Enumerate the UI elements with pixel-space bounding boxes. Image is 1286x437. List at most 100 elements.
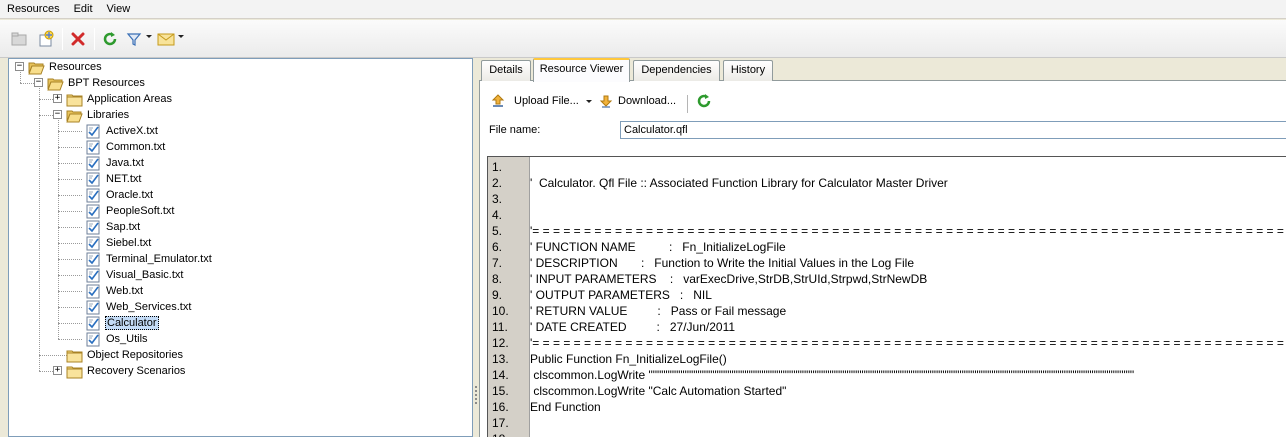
code-text: ' DATE CREATED : 27/Jun/2011 — [530, 320, 736, 334]
tree-node-label: Terminal_Emulator.txt — [106, 253, 212, 265]
viewer-refresh-button[interactable] — [696, 91, 717, 111]
folder-open-icon — [28, 60, 45, 75]
code-text: ' Calculator. Qfl File :: Associated Fun… — [530, 176, 948, 190]
main-toolbar — [0, 20, 1286, 58]
code-line: 4. — [488, 207, 1286, 223]
function-library-icon — [85, 124, 102, 139]
code-line: 13. Public Function Fn_InitializeLogFile(… — [488, 351, 1286, 367]
tree-node-siebel-txt[interactable]: Siebel.txt — [85, 235, 152, 251]
code-text: clscommon.LogWrite "Calc Automation Star… — [530, 384, 787, 398]
line-number: 10. — [492, 304, 509, 318]
tree-node-label: Siebel.txt — [106, 237, 152, 249]
tree-node-label: Java.txt — [106, 157, 144, 169]
code-line: 12. '= = = = = = = = = = = = = = = = = = … — [488, 335, 1286, 351]
code-line: 18. — [488, 431, 1286, 437]
new-folder-icon[interactable] — [9, 29, 29, 49]
line-number: 11. — [492, 320, 508, 334]
download-button[interactable]: Download... — [599, 91, 676, 111]
function-library-icon — [85, 156, 102, 171]
code-line: 1. — [488, 159, 1286, 175]
tree-node-label: Visual_Basic.txt — [106, 269, 184, 281]
code-text: ' INPUT PARAMETERS : varExecDrive,StrDB,… — [530, 272, 928, 286]
tab-details[interactable]: Details — [481, 60, 531, 81]
code-line: 6. ' FUNCTION NAME : Fn_InitializeLogFile — [488, 239, 1286, 255]
libraries-collapse-toggle[interactable]: − — [53, 110, 62, 119]
line-number: 7. — [492, 256, 503, 270]
tree-node-peoplesoft-txt[interactable]: PeopleSoft.txt — [85, 203, 176, 219]
folder-icon — [66, 348, 83, 363]
file-name-field[interactable]: Calculator.qfl — [620, 121, 1286, 139]
tree-node-object-repositories[interactable]: Object Repositories — [66, 347, 184, 363]
tree-node-application-areas[interactable]: Application Areas — [66, 91, 173, 107]
function-library-icon — [85, 332, 102, 347]
function-library-icon — [85, 140, 102, 155]
menu-edit[interactable]: Edit — [67, 0, 100, 19]
application-areas-expand-toggle[interactable]: + — [53, 94, 62, 103]
resource-tree: − Resources − BPT Resources + Application Are… — [8, 58, 473, 437]
tree-node-activex-txt[interactable]: ActiveX.txt — [85, 123, 159, 139]
code-line: 14. clscommon.LogWrite """""""""""""""""… — [488, 367, 1286, 383]
tree-node-label: ActiveX.txt — [106, 125, 158, 137]
tree-node-web-services-txt[interactable]: Web_Services.txt — [85, 299, 192, 315]
tree-node-label: BPT Resources — [68, 77, 145, 89]
function-library-icon — [85, 252, 102, 267]
tree-node-recovery-scenarios[interactable]: Recovery Scenarios — [66, 363, 186, 379]
tree-node-label: Calculator — [105, 316, 159, 330]
code-line: 3. — [488, 191, 1286, 207]
menu-view[interactable]: View — [100, 0, 138, 19]
folder-icon — [66, 92, 83, 107]
recovery-scenarios-expand-toggle[interactable]: + — [53, 366, 62, 375]
tab-resource-viewer[interactable]: Resource Viewer — [533, 58, 630, 82]
resource-detail-panel: Details Resource Viewer Dependencies His… — [479, 58, 1286, 437]
tree-node-common-txt[interactable]: Common.txt — [85, 139, 166, 155]
tree-node-java-txt[interactable]: Java.txt — [85, 155, 145, 171]
code-text: Public Function Fn_InitializeLogFile() — [530, 352, 727, 366]
tree-node-resources[interactable]: Resources — [28, 59, 103, 75]
tree-node-calculator[interactable]: Calculator — [85, 315, 159, 331]
line-number: 2. — [492, 176, 503, 190]
tree-node-net-txt[interactable]: NET.txt — [85, 171, 142, 187]
tab-history[interactable]: History — [723, 60, 773, 81]
menu-resources[interactable]: Resources — [0, 0, 67, 19]
code-editor[interactable]: 1. 2. ' Calculator. Qfl File :: Associated… — [487, 156, 1286, 437]
code-line: 8. ' INPUT PARAMETERS : varExecDrive,StrD… — [488, 271, 1286, 287]
filter-icon[interactable] — [124, 29, 144, 49]
code-text: ' RETURN VALUE : Pass or Fail message — [530, 304, 787, 318]
line-number: 5. — [492, 224, 503, 238]
tree-node-terminal-emulator-txt[interactable]: Terminal_Emulator.txt — [85, 251, 213, 267]
code-line: 9. ' OUTPUT PARAMETERS : NIL — [488, 287, 1286, 303]
function-library-icon — [85, 284, 102, 299]
code-line: 5. '= = = = = = = = = = = = = = = = = = =… — [488, 223, 1286, 239]
refresh-icon[interactable] — [100, 29, 120, 49]
bpt-collapse-toggle[interactable]: − — [34, 78, 43, 87]
tree-node-os-utils[interactable]: Os_Utils — [85, 331, 149, 347]
tree-node-web-txt[interactable]: Web.txt — [85, 283, 144, 299]
download-icon — [599, 95, 613, 108]
line-number: 15. — [492, 384, 509, 398]
send-mail-icon[interactable] — [156, 29, 176, 49]
folder-open-icon — [66, 108, 83, 123]
tree-node-sap-txt[interactable]: Sap.txt — [85, 219, 141, 235]
line-number: 9. — [492, 288, 503, 302]
function-library-icon — [85, 220, 102, 235]
line-number: 8. — [492, 272, 503, 286]
tree-node-label: Resources — [49, 61, 102, 73]
code-text: clscommon.LogWrite """""""""""""""""""""… — [530, 368, 1135, 382]
tree-node-visual-basic-txt[interactable]: Visual_Basic.txt — [85, 267, 184, 283]
viewer-toolbar: Upload File... Download... — [480, 89, 1286, 113]
new-resource-icon[interactable] — [36, 29, 56, 49]
mail-dropdown-icon[interactable] — [178, 35, 184, 38]
line-number: 6. — [492, 240, 503, 254]
tree-node-bpt-resources[interactable]: BPT Resources — [47, 75, 146, 91]
tree-node-label: NET.txt — [106, 173, 142, 185]
tab-dependencies[interactable]: Dependencies — [633, 60, 720, 81]
upload-file-label: Upload File... — [514, 95, 579, 107]
resources-collapse-toggle[interactable]: − — [15, 62, 24, 71]
delete-icon[interactable] — [68, 29, 88, 49]
line-number: 14. — [492, 368, 509, 382]
filter-dropdown-icon[interactable] — [146, 35, 152, 38]
tree-node-libraries[interactable]: Libraries — [66, 107, 130, 123]
tree-node-oracle-txt[interactable]: Oracle.txt — [85, 187, 154, 203]
upload-file-button[interactable]: Upload File... — [491, 91, 592, 111]
function-library-icon — [85, 316, 102, 331]
